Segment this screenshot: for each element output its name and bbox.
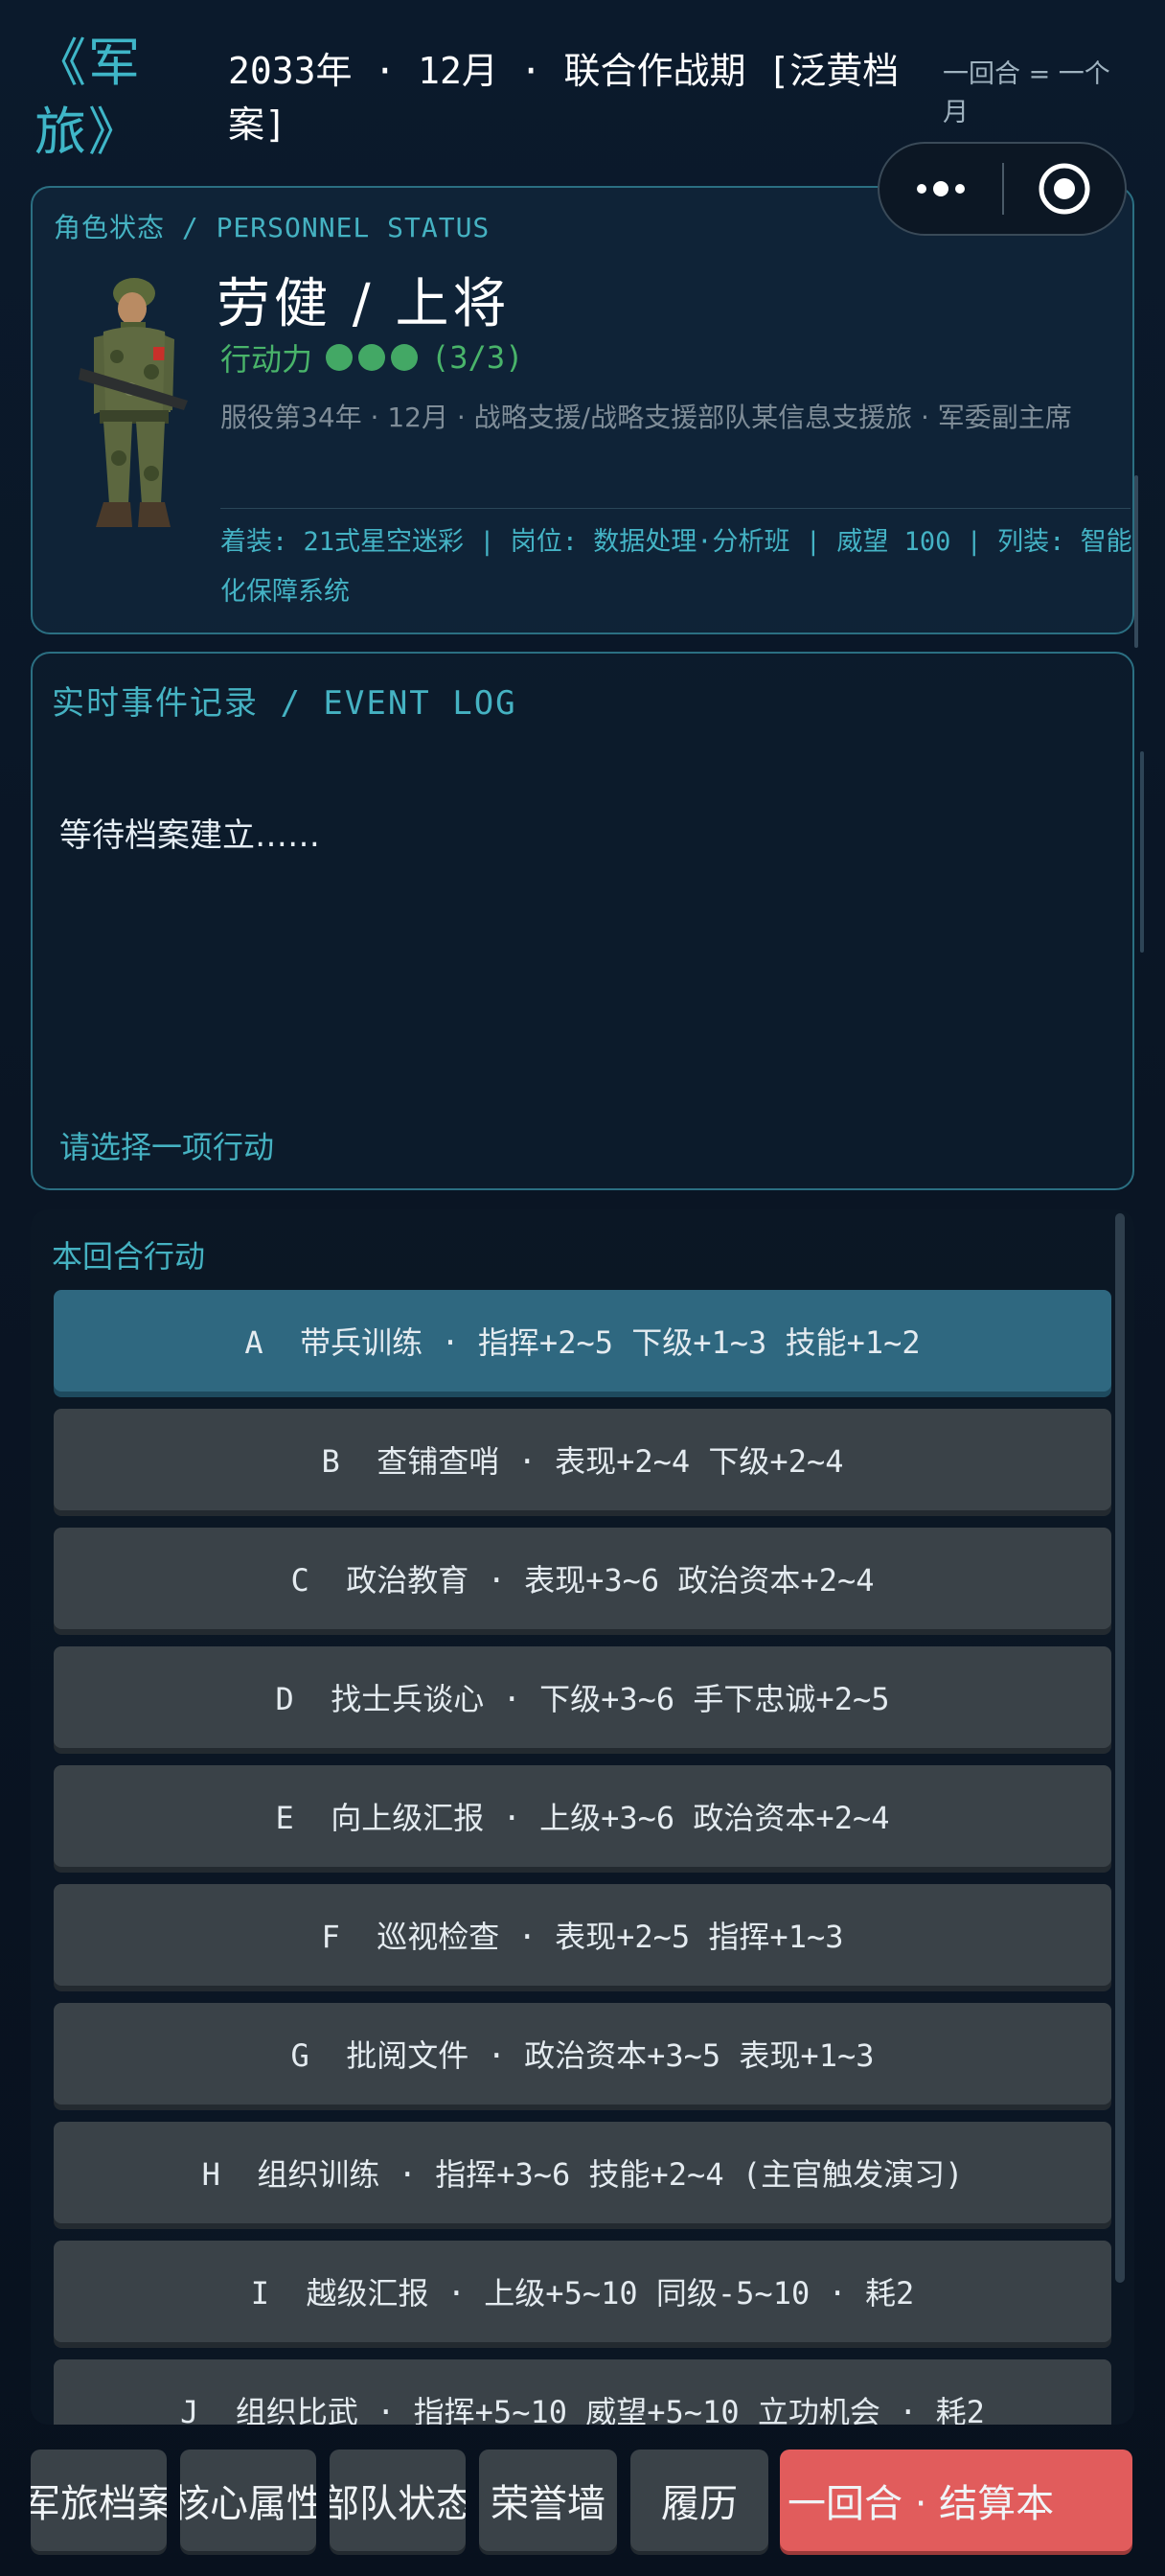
action-point-dot	[358, 344, 386, 371]
more-dots-icon	[917, 181, 965, 196]
nav-archive-button[interactable]: 军旅档案	[31, 2450, 167, 2551]
app-logo: 《军旅》	[34, 33, 142, 162]
action-point-dot	[326, 344, 354, 371]
soldier-portrait	[79, 278, 188, 527]
equipment-info: 着装: 21式星空迷彩 | 岗位: 数据处理·分析班 | 威望 100 | 列装…	[220, 527, 1132, 607]
action-points: 行动力 (3/3)	[220, 335, 523, 380]
nav-resume-button[interactable]: 履历	[630, 2450, 768, 2551]
event-log-title: 实时事件记录 / EVENT LOG	[52, 684, 517, 723]
action-button-b[interactable]: B 查铺查哨 · 表现+2~4 下级+2~4	[54, 1409, 1111, 1510]
game-period: 2033年 · 12月 · 联合作战期 [泛黄档案]	[228, 50, 900, 146]
action-button-j[interactable]: J 组织比武 · 指挥+5~10 威望+5~10 立功机会 · 耗2	[54, 2359, 1111, 2425]
action-points-label: 行动力	[220, 341, 313, 378]
actions-scrollbar[interactable]	[1115, 1213, 1125, 2283]
turn-actions-title: 本回合行动	[52, 1238, 206, 1275]
nav-unit-status-button[interactable]: 部队状态	[330, 2450, 466, 2551]
action-button-g[interactable]: G 批阅文件 · 政治资本+3~5 表现+1~3	[54, 2003, 1111, 2104]
action-button-f[interactable]: F 巡视检查 · 表现+2~5 指挥+1~3	[54, 1884, 1111, 1986]
character-name-rank: 劳健 / 上将	[217, 273, 511, 335]
action-button-a[interactable]: A 带兵训练 · 指挥+2~5 下级+1~3 技能+1~2	[54, 1290, 1111, 1392]
target-close-icon	[1039, 163, 1090, 215]
status-scrollbar[interactable]	[1134, 475, 1138, 648]
event-log-panel: 实时事件记录 / EVENT LOG 等待档案建立…… 请选择一项行动	[31, 652, 1134, 1190]
nav-honor-wall-button[interactable]: 荣誉墙	[479, 2450, 617, 2551]
event-log-scrollbar[interactable]	[1140, 751, 1144, 953]
action-hint: 请选择一项行动	[59, 1129, 275, 1165]
more-button[interactable]	[879, 144, 1002, 234]
action-button-e[interactable]: E 向上级汇报 · 上级+3~6 政治资本+2~4	[54, 1765, 1111, 1867]
mini-program-capsule	[878, 142, 1127, 236]
nav-core-attributes-button[interactable]: 核心属性	[180, 2450, 316, 2551]
status-panel-label: 角色状态 / PERSONNEL STATUS	[54, 212, 491, 243]
event-log-text: 等待档案建立……	[59, 816, 320, 855]
turn-note: 一回合 = 一个月	[943, 59, 1110, 127]
personnel-status-panel: 角色状态 / PERSONNEL STATUS 劳健 / 上将 行动力 (3/3…	[31, 186, 1138, 648]
action-button-d[interactable]: D 找士兵谈心 · 下级+3~6 手下忠诚+2~5	[54, 1646, 1111, 1748]
action-points-count: (3/3)	[431, 339, 524, 376]
turn-actions-panel: 本回合行动 A 带兵训练 · 指挥+2~5 下级+1~3 技能+1~2 B 查铺…	[31, 1209, 1134, 2425]
action-button-c[interactable]: C 政治教育 · 表现+3~6 政治资本+2~4	[54, 1528, 1111, 1629]
action-list: A 带兵训练 · 指挥+2~5 下级+1~3 技能+1~2 B 查铺查哨 · 表…	[54, 1290, 1111, 2425]
action-button-h[interactable]: H 组织训练 · 指挥+3~6 技能+2~4 (主官触发演习)	[54, 2122, 1111, 2223]
close-button[interactable]	[1004, 144, 1125, 234]
next-turn-button[interactable]: 一回合 · 结算本	[780, 2450, 1132, 2551]
action-point-dot	[391, 344, 419, 371]
action-point-dots	[326, 344, 423, 371]
service-info: 服役第34年 · 12月 · 战略支援/战略支援部队某信息支援旅 · 军委副主席	[220, 402, 1072, 433]
action-button-i[interactable]: I 越级汇报 · 上级+5~10 同级-5~10 · 耗2	[54, 2241, 1111, 2342]
bottom-nav: 军旅档案 核心属性 部队状态 荣誉墙 履历 一回合 · 结算本	[0, 2440, 1165, 2576]
status-divider	[220, 508, 1131, 509]
